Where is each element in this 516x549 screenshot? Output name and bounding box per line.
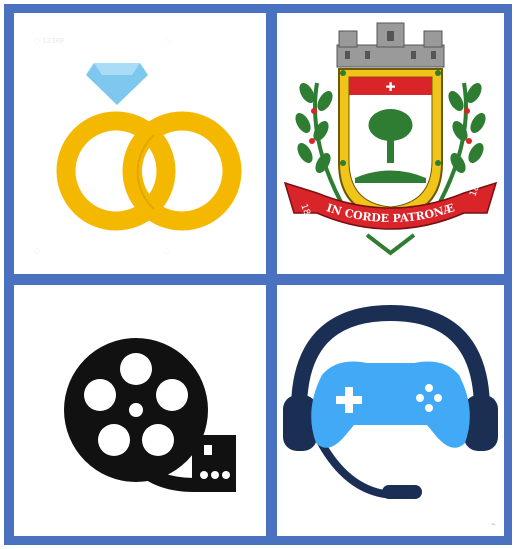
- svg-text:◌: ◌: [34, 247, 40, 255]
- tile-wedding-rings[interactable]: ◌ 123RF ◌ ◌ ◌ ◌ ◌: [14, 13, 266, 274]
- svg-text:✚: ✚: [385, 80, 395, 94]
- municipal-coat-of-arms-icon: ✚ IN CORDE PATRONÆ 1872 1876: [283, 22, 498, 256]
- wedding-rings-icon: ◌ 123RF ◌ ◌◌ ◌ ◌: [34, 37, 242, 255]
- svg-text:◌: ◌: [164, 37, 170, 45]
- gamer-headset-controller-icon: [283, 304, 498, 499]
- film-reel-icon: [64, 338, 236, 492]
- svg-text:◌: ◌: [164, 247, 170, 255]
- svg-text:◌ 123RF: ◌ 123RF: [34, 37, 65, 45]
- tile-coat-of-arms[interactable]: ✚ IN CORDE PATRONÆ 1872 1876: [277, 13, 504, 274]
- tile-film-reel[interactable]: [14, 285, 266, 536]
- tile-gaming[interactable]: ⌁: [277, 285, 504, 536]
- watermark-mark: ⌁: [490, 520, 496, 530]
